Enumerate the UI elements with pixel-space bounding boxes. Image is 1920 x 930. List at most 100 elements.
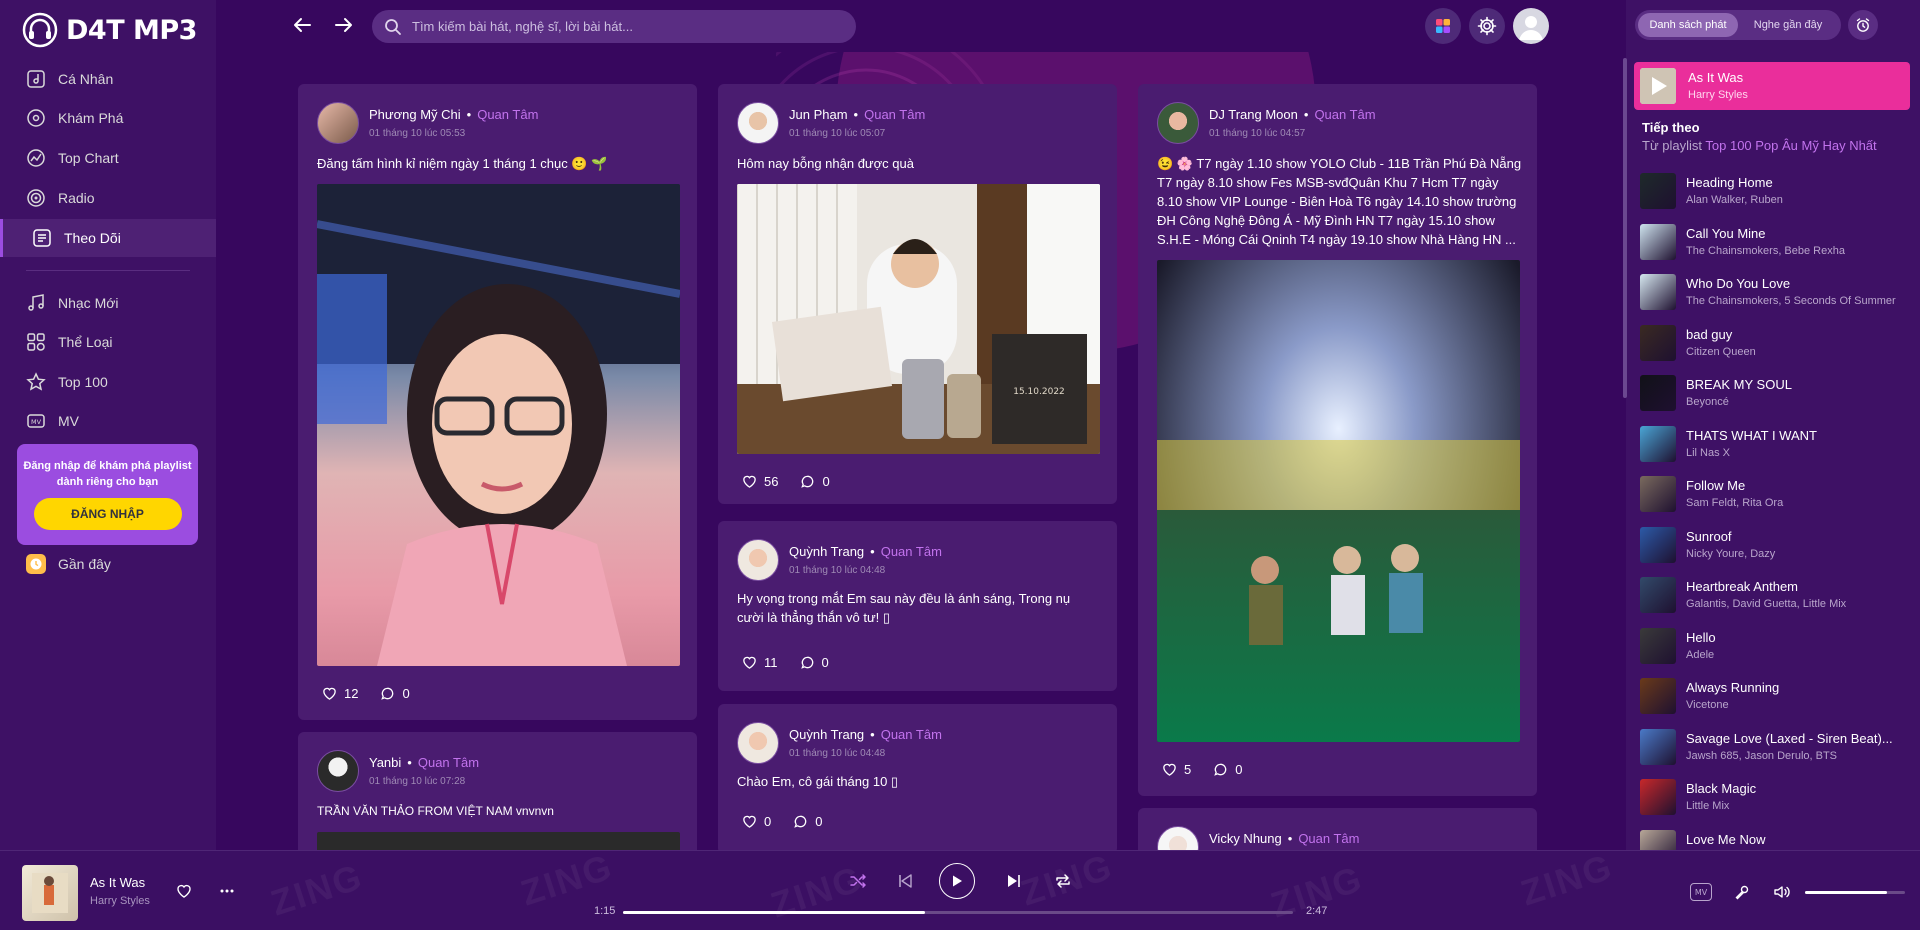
author-name[interactable]: DJ Trang Moon [1209,107,1298,122]
sidebar-item-ca-nhan[interactable]: Cá Nhân [0,60,216,98]
play-button[interactable] [939,863,975,899]
like-button[interactable]: 12 [322,686,358,701]
sidebar-item-radio[interactable]: Radio [0,179,216,217]
like-button[interactable]: 56 [742,474,778,489]
search-bar[interactable] [372,10,856,43]
avatar[interactable] [1157,826,1199,850]
scrollbar[interactable] [1623,58,1627,398]
follow-button[interactable]: Quan Tâm [881,544,942,559]
sidebar-item-top-100[interactable]: Top 100 [0,363,216,401]
playlist-link[interactable]: Top 100 Pop Âu Mỹ Hay Nhất [1705,138,1876,153]
mv-button[interactable]: MV [1690,883,1712,901]
queue-item[interactable]: Call You Mine The Chainsmokers, Bebe Rexh… [1640,217,1910,268]
logo[interactable]: D4T MP3 [22,12,197,48]
like-count: 12 [344,686,359,701]
comment-button[interactable]: 0 [793,814,822,829]
repeat-button[interactable] [1051,869,1075,893]
login-button[interactable]: ĐĂNG NHẬP [33,498,182,530]
sidebar-item-label: Radio [58,190,95,206]
like-button[interactable]: 0 [742,814,771,829]
settings-button[interactable] [1469,8,1505,44]
now-playing-item[interactable]: As It Was Harry Styles [1634,62,1910,110]
like-button[interactable]: 5 [1162,762,1191,777]
user-avatar[interactable] [1513,8,1549,44]
post-image[interactable] [317,184,680,666]
queue-item[interactable]: Sunroof Nicky Youre, Dazy [1640,520,1910,571]
like-button[interactable]: 11 [742,655,778,670]
avatar[interactable] [317,102,359,144]
back-arrow-icon[interactable] [290,12,316,38]
progress-bar[interactable] [623,911,1293,914]
player-song-artist[interactable]: Harry Styles [90,895,150,907]
sidebar-item-mv[interactable]: MV MV [0,402,216,440]
tab-nghe-gan-day[interactable]: Nghe gần đây [1738,13,1838,37]
search-input[interactable] [412,19,832,34]
post-image[interactable]: 15.10.2022 [737,184,1100,454]
more-options-button[interactable] [217,881,237,901]
queue-item[interactable]: Savage Love (Laxed - Siren Beat)... Jawsh… [1640,722,1910,773]
repeat-icon [1056,874,1070,888]
theme-button[interactable] [1425,8,1461,44]
avatar[interactable] [737,102,779,144]
sidebar-item-the-loai[interactable]: Thể Loại [0,323,216,361]
sidebar-item-nhac-moi[interactable]: Nhạc Mới [0,284,216,322]
comment-button[interactable]: 0 [380,686,410,701]
sidebar-item-top-chart[interactable]: Top Chart [0,139,216,177]
queue-item[interactable]: Heartbreak Anthem Galantis, David Guetta,… [1640,570,1910,621]
follow-button[interactable]: Quan Tâm [1298,831,1359,846]
comment-icon [1214,763,1227,776]
comment-button[interactable]: 0 [1213,762,1242,777]
song-artist: Nicky Youre, Dazy [1686,547,1776,560]
queue-item[interactable]: Heading Home Alan Walker, Ruben [1640,166,1910,217]
queue-item[interactable]: BREAK MY SOUL Beyoncé [1640,368,1910,419]
queue-item[interactable]: Who Do You Love The Chainsmokers, 5 Secon… [1640,267,1910,318]
author-name[interactable]: Phương Mỹ Chi [369,107,461,122]
sidebar-item-recent[interactable]: Gần đây [26,554,111,574]
player-thumbnail[interactable] [22,865,78,921]
post-header: Phương Mỹ Chi • Quan Tâm 01 tháng 10 lúc 0… [317,102,538,144]
author-name[interactable]: Yanbi [369,755,401,770]
lyrics-button[interactable] [1731,881,1753,903]
song-artist: Jawsh 685, Jason Derulo, BTS [1686,749,1838,762]
avatar[interactable] [737,722,779,764]
song-thumbnail [1640,68,1676,104]
sidebar-item-theo-doi[interactable]: Theo Dõi [0,219,216,257]
follow-button[interactable]: Quan Tâm [1314,107,1375,122]
author-name[interactable]: Quỳnh Trang [789,544,864,559]
queue-item[interactable]: Hello Adele [1640,621,1910,672]
avatar[interactable] [1157,102,1199,144]
shuffle-button[interactable] [846,869,870,893]
next-button[interactable] [1002,869,1026,893]
queue-item[interactable]: Follow Me Sam Feldt, Rita Ora [1640,469,1910,520]
author-name[interactable]: Quỳnh Trang [789,727,864,742]
follow-button[interactable]: Quan Tâm [418,755,479,770]
mv-icon: MV [1694,887,1708,897]
queue-item[interactable]: Black Magic Little Mix [1640,772,1910,823]
avatar[interactable] [737,539,779,581]
queue-item[interactable]: THATS WHAT I WANT Lil Nas X [1640,419,1910,470]
player-song-title[interactable]: As It Was [90,875,145,890]
tab-danh-sach-phat[interactable]: Danh sách phát [1638,13,1738,37]
sidebar-item-label: Top 100 [58,374,108,390]
queue-item[interactable]: Always Running Vicetone [1640,671,1910,722]
post-image[interactable] [1157,260,1520,742]
follow-button[interactable]: Quan Tâm [864,107,925,122]
post-text: 😉 🌸 T7 ngày 1.10 show YOLO Club - 11B Tr… [1157,156,1522,247]
like-song-button[interactable] [174,881,194,901]
forward-arrow-icon[interactable] [330,12,356,38]
volume-slider[interactable] [1805,891,1905,894]
comment-button[interactable]: 0 [800,655,829,670]
comment-button[interactable]: 0 [800,474,830,489]
timer-button[interactable] [1848,10,1878,40]
previous-button[interactable] [893,869,917,893]
follow-button[interactable]: Quan Tâm [477,107,538,122]
sidebar-item-label: Cá Nhân [58,71,114,87]
queue-item[interactable]: bad guy Citizen Queen [1640,318,1910,369]
volume-button[interactable] [1771,881,1793,903]
follow-button[interactable]: Quan Tâm [881,727,942,742]
author-name[interactable]: Vicky Nhung [1209,831,1282,846]
sidebar-item-kham-pha[interactable]: Khám Phá [0,99,216,137]
author-name[interactable]: Jun Phạm [789,107,848,122]
avatar[interactable] [317,750,359,792]
post-image[interactable] [317,832,680,850]
